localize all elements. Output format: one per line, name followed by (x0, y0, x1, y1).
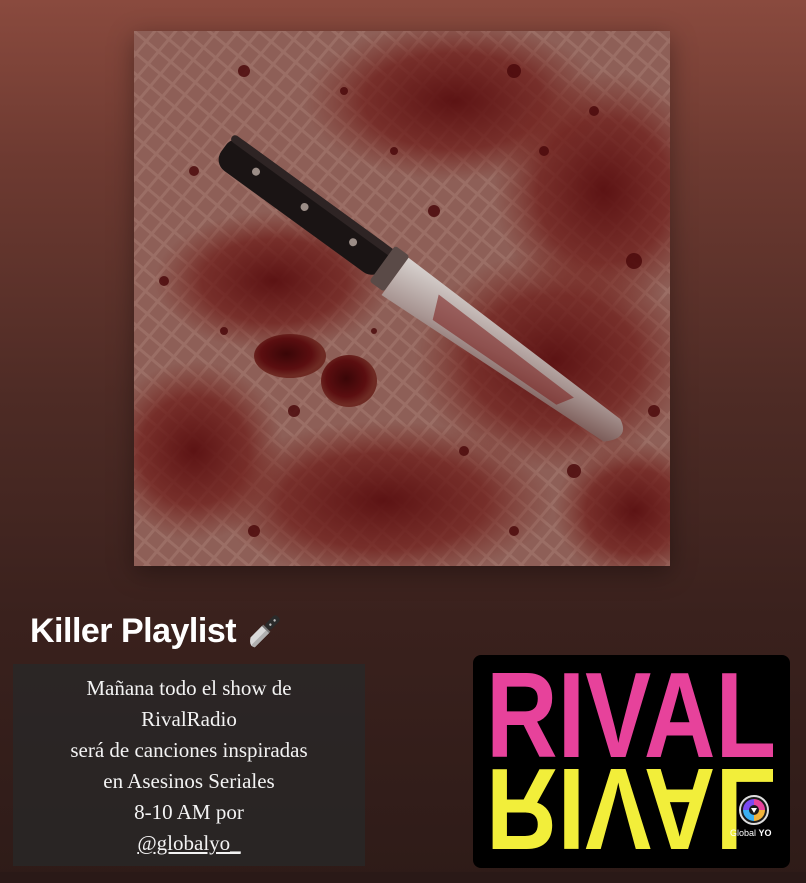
bottom-edge (0, 872, 806, 883)
globalyo-brand-bold: YO (758, 828, 772, 838)
rival-word-top: RIVAL (486, 661, 776, 763)
caption-line: 8-10 AM por (134, 800, 244, 824)
rival-logo-top: RIVAL (486, 661, 776, 763)
rival-logo-card[interactable]: RIVAL RIVAL Global YO (473, 655, 790, 868)
playlist-title: Killer Playlist (30, 606, 286, 656)
story-caption: Mañana todo el show de RivalRadio será d… (13, 664, 365, 866)
globalyo-brand: Global (730, 828, 757, 838)
globalyo-logo-icon (739, 795, 769, 825)
playlist-title-text: Killer Playlist (30, 611, 237, 650)
rival-word-mirrored: RIVAL (486, 763, 776, 859)
caption-line: en Asesinos Seriales (103, 769, 275, 793)
globalyo-label: Global YO (730, 828, 772, 838)
rival-logo-mirrored: RIVAL (486, 763, 776, 859)
caption-line: Mañana todo el show de (86, 676, 292, 700)
album-cover[interactable] (134, 31, 670, 566)
caption-line: RivalRadio (141, 707, 237, 731)
cover-artwork (134, 31, 670, 566)
kitchen-knife-icon (242, 609, 286, 653)
mention-link[interactable]: @globalyo_ (13, 828, 365, 859)
caption-line: será de canciones inspiradas (70, 738, 308, 762)
